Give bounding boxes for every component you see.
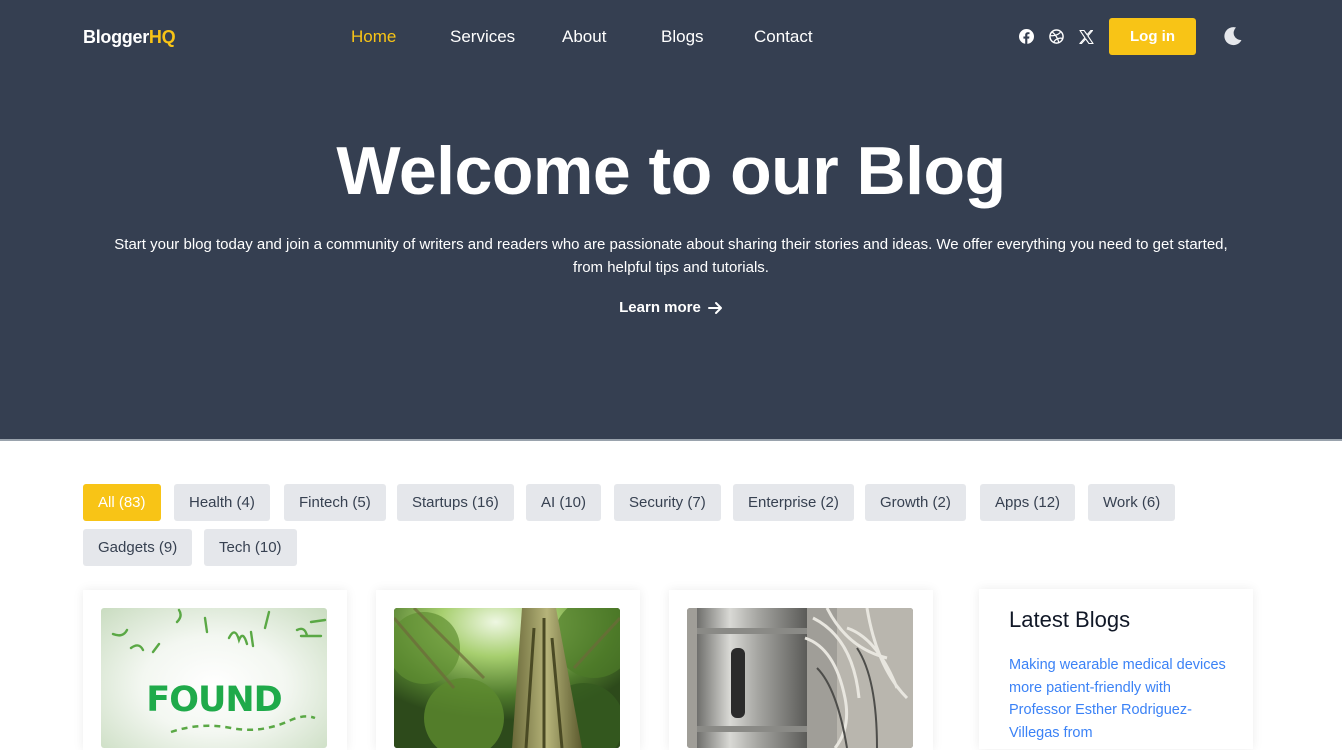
image-caption: FOUND	[146, 680, 282, 720]
blog-card[interactable]	[669, 590, 933, 750]
hero-description: Start your blog today and join a communi…	[114, 236, 1228, 276]
blog-card[interactable]: FOUND	[83, 590, 347, 750]
nav-home[interactable]: Home	[351, 27, 396, 47]
nav-contact[interactable]: Contact	[754, 27, 813, 47]
blog-card-image[interactable]	[394, 608, 620, 748]
hero-section	[0, 0, 1342, 440]
lab-equipment-photo	[687, 608, 913, 748]
latest-blogs-title: Latest Blogs	[1009, 607, 1131, 632]
brand-accent: HQ	[148, 27, 176, 47]
category-chip-fintech[interactable]: Fintech (5)	[284, 484, 386, 521]
forest-photo	[394, 608, 620, 748]
hero-divider	[0, 439, 1342, 441]
category-chip-ai[interactable]: AI (10)	[526, 484, 602, 521]
brand-name: Blogger	[83, 27, 149, 47]
brand-logo[interactable]: BloggerHQ	[83, 27, 176, 48]
learn-more-link[interactable]: Learn more	[0, 299, 1342, 316]
sketch-marks	[111, 608, 327, 734]
dribbble-icon[interactable]	[1048, 28, 1065, 45]
moon-icon[interactable]	[1222, 25, 1244, 47]
facebook-icon[interactable]	[1018, 28, 1035, 45]
latest-blog-link[interactable]: Making wearable medical devices more pat…	[1009, 654, 1229, 744]
blog-card[interactable]	[376, 590, 640, 750]
category-chip-gadgets[interactable]: Gadgets (9)	[83, 529, 193, 566]
nav-blogs[interactable]: Blogs	[661, 27, 704, 47]
nav-services[interactable]: Services	[450, 27, 515, 47]
blog-card-image[interactable]	[687, 608, 913, 748]
category-chip-enterprise[interactable]: Enterprise (2)	[733, 484, 854, 521]
category-chip-growth[interactable]: Growth (2)	[865, 484, 966, 521]
category-chip-all[interactable]: All (83)	[83, 484, 161, 521]
learn-more-label: Learn more	[619, 299, 701, 316]
category-chip-work[interactable]: Work (6)	[1088, 484, 1176, 521]
category-chip-tech[interactable]: Tech (10)	[204, 529, 297, 566]
arrow-right-icon	[707, 301, 722, 314]
latest-blogs-panel: Latest Blogs Making wearable medical dev…	[979, 589, 1253, 749]
nav-about[interactable]: About	[562, 27, 606, 47]
login-button[interactable]: Log in	[1109, 18, 1196, 55]
x-icon[interactable]	[1078, 28, 1095, 45]
category-chip-security[interactable]: Security (7)	[614, 484, 721, 521]
blog-card-image[interactable]: FOUND	[101, 608, 327, 748]
category-chip-apps[interactable]: Apps (12)	[980, 484, 1076, 521]
category-chip-startups[interactable]: Startups (16)	[397, 484, 514, 521]
hero-title: Welcome to our Blog	[336, 133, 1006, 209]
category-chip-health[interactable]: Health (4)	[174, 484, 270, 521]
